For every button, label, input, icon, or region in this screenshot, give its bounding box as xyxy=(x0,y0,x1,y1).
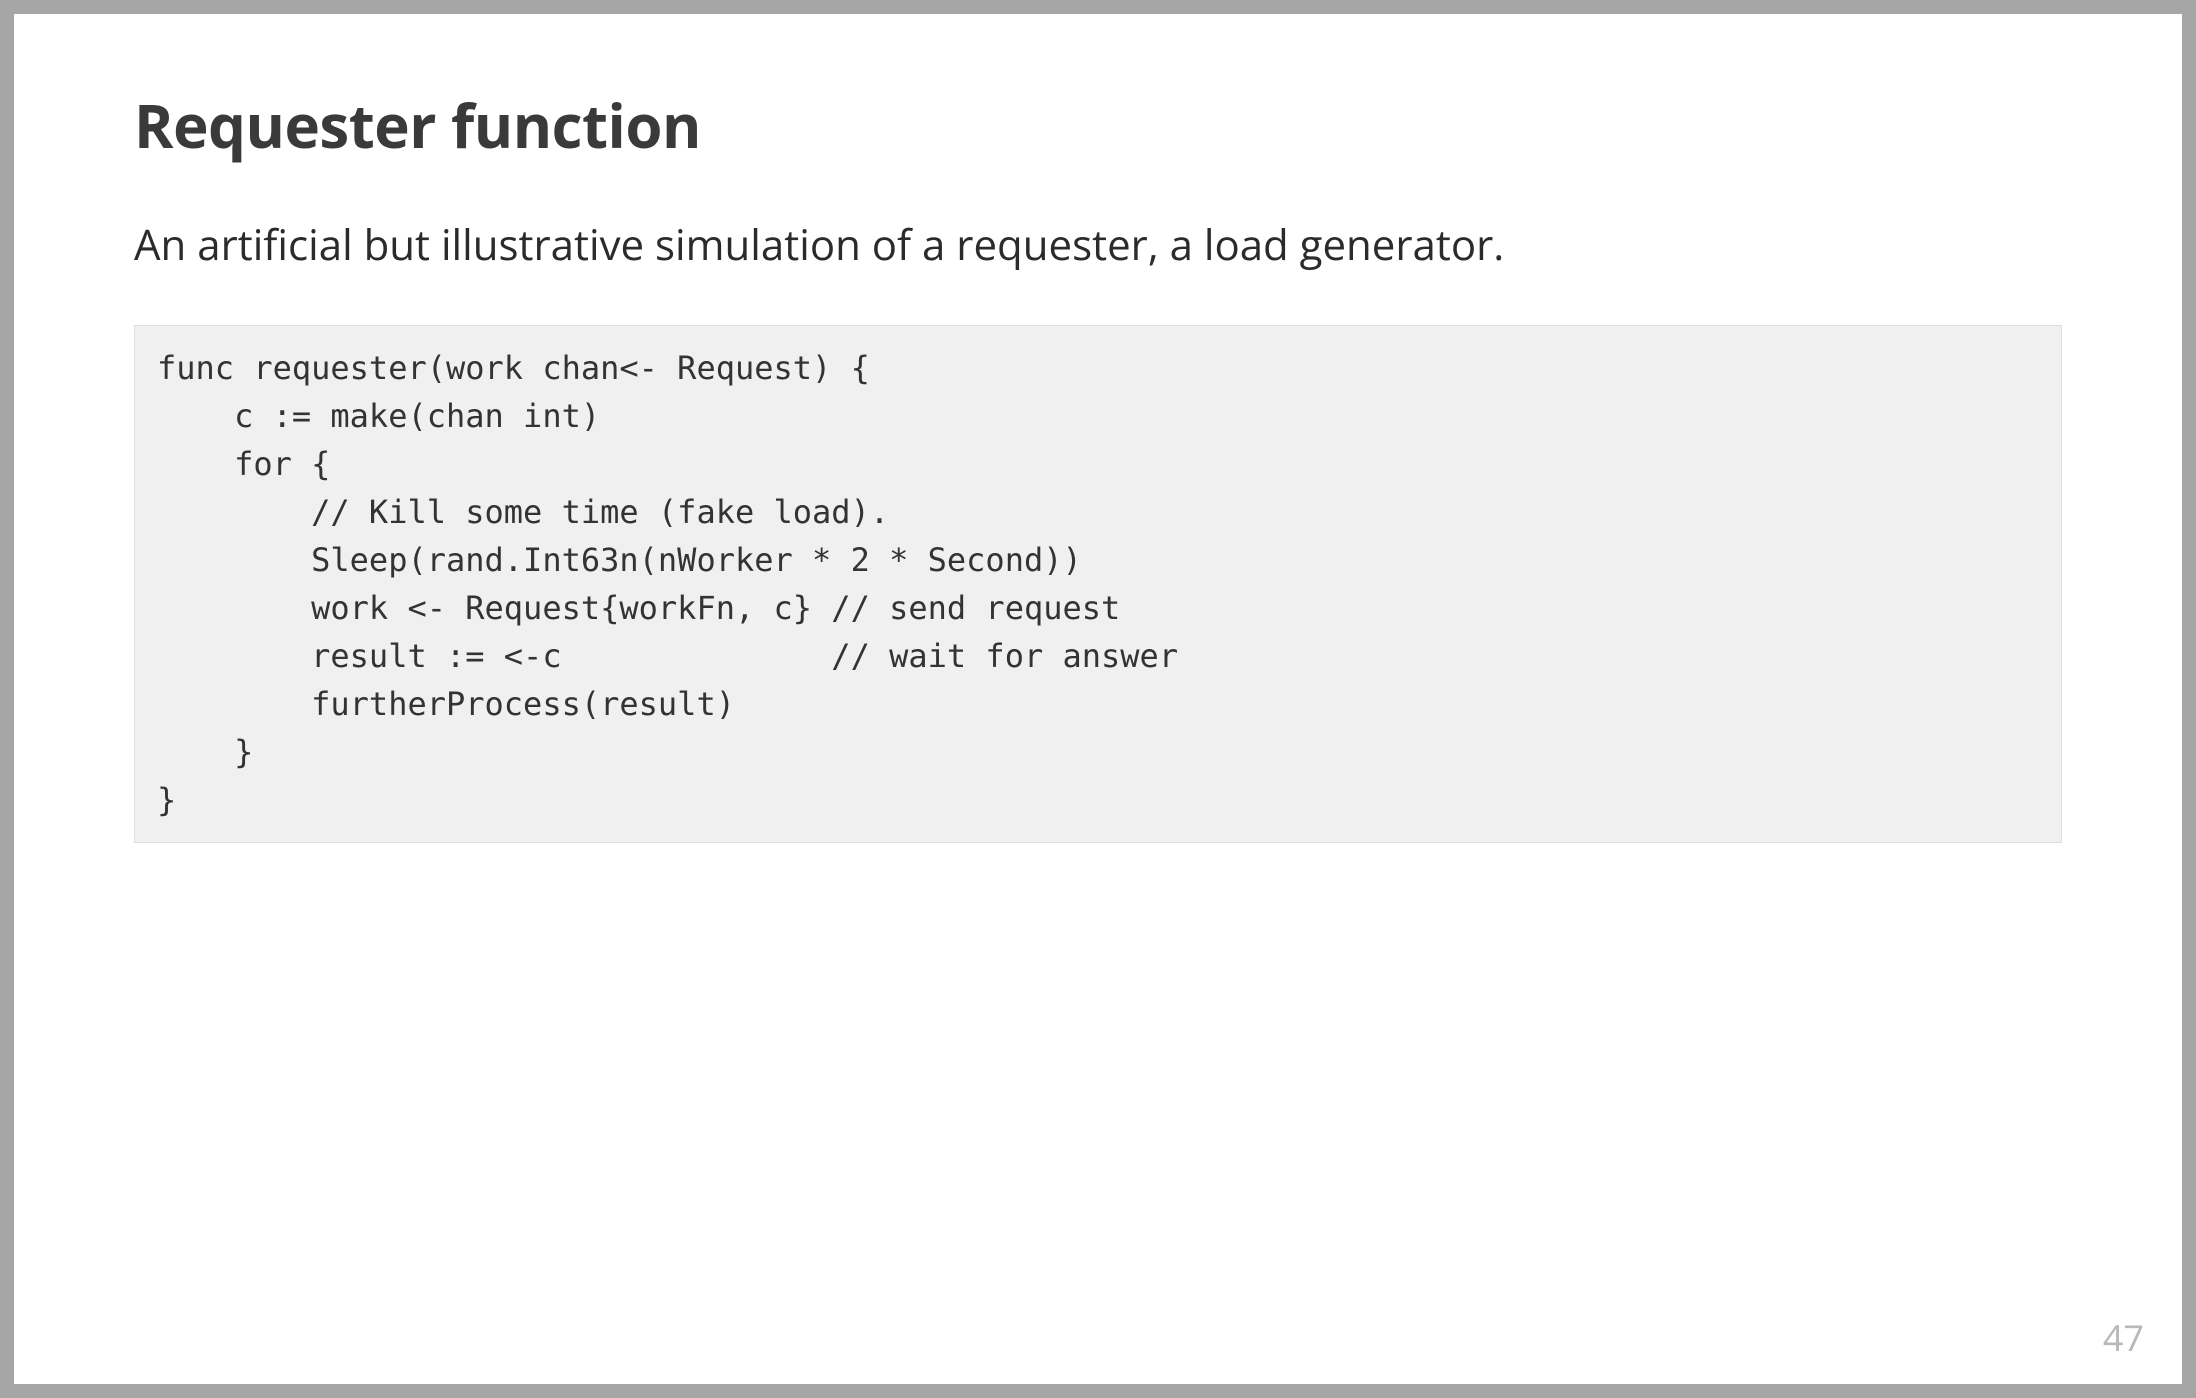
slide-description: An artificial but illustrative simulatio… xyxy=(134,216,2062,275)
slide: Requester function An artificial but ill… xyxy=(14,14,2182,1384)
code-block: func requester(work chan<- Request) { c … xyxy=(134,325,2062,843)
slide-title: Requester function xyxy=(134,84,2062,166)
page-number: 47 xyxy=(2103,1313,2144,1362)
